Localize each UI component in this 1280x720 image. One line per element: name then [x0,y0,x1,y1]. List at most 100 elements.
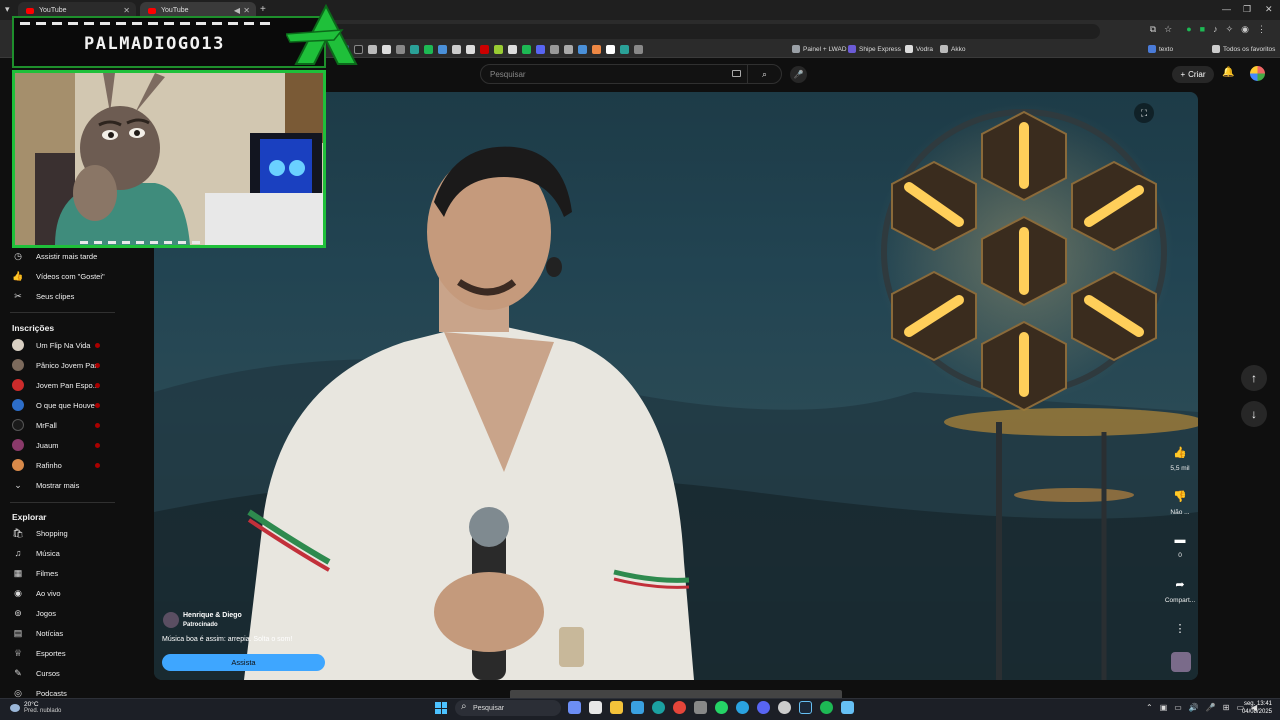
close-window-icon[interactable]: ✕ [1265,4,1273,15]
sidebar-item-music[interactable]: ♫ Música [12,544,60,562]
profile-icon[interactable]: ◉ [1241,24,1249,35]
windows-start-icon[interactable] [435,702,447,714]
sidebar-item-shopping[interactable]: 🛍 Shopping [12,524,67,542]
chevron-up-icon[interactable]: ⌃ [1146,703,1153,712]
sidebar-item-liked-videos[interactable]: 👍 Vídeos com "Gostei" [12,267,104,285]
taskbar-clock[interactable]: seg. 13:41 04/08/2025 [1236,700,1272,716]
sound-thumbnail-avatar[interactable] [1171,652,1191,672]
taskbar-search-input[interactable]: Pesquisar [455,700,561,716]
star-icon[interactable]: ☆ [1164,24,1172,35]
address-bar[interactable] [330,24,1100,39]
spotify-icon[interactable] [820,701,833,714]
bookmark-icon[interactable] [410,45,419,54]
show-more-button[interactable]: ⌄ Mostrar mais [12,476,79,494]
bookmark-icon[interactable] [466,45,475,54]
bookmark-icon[interactable] [564,45,573,54]
bookmark-icon[interactable] [396,45,405,54]
steam-icon[interactable] [841,701,854,714]
bookmark-akko[interactable]: Akko [940,45,965,53]
sidebar-item-watch-later[interactable]: ◷ Assistir mais tarde [12,247,97,265]
bookmark-icon[interactable] [578,45,587,54]
search-input[interactable]: Pesquisar ⌕ [480,64,782,84]
new-tab-button[interactable]: + [260,4,266,15]
sidebar-item-live[interactable]: ◉ Ao vivo [12,584,61,602]
bookmark-icon[interactable] [368,45,377,54]
bookmark-shipe-express[interactable]: Shipe Express [848,45,901,53]
subscription-item[interactable]: Juaum [12,436,59,454]
previous-short-button[interactable]: ↑ [1241,365,1267,391]
bookmark-icon[interactable] [494,45,503,54]
bookmark-icon[interactable] [424,45,433,54]
advertiser-name[interactable]: Henrique & Diego [183,612,242,619]
watch-ad-button[interactable]: Assista [162,654,325,671]
discord-icon[interactable] [757,701,770,714]
subscription-item[interactable]: MrFall [12,416,57,434]
notifications-bell-icon[interactable]: 🔔 [1222,67,1234,78]
store-icon[interactable] [589,701,602,714]
tab-search-icon[interactable]: ▾ [5,4,10,15]
voice-search-button[interactable]: 🎤 [790,66,807,83]
bookmark-icon[interactable] [382,45,391,54]
network-icon[interactable]: ▭ [1174,703,1182,712]
copilot-icon[interactable] [568,701,581,714]
advertiser-avatar[interactable] [163,612,179,628]
next-short-button[interactable]: ↓ [1241,401,1267,427]
comments-button[interactable]: ▬ 0 [1162,534,1198,559]
account-avatar[interactable] [1250,66,1265,81]
subscription-item[interactable]: Pânico Jovem Pan [12,356,99,374]
whatsapp-icon[interactable] [715,701,728,714]
sidebar-item-movies[interactable]: ▦ Filmes [12,564,58,582]
tray-app-icon[interactable]: ▣ [1160,703,1168,712]
extension-icon[interactable]: ● [1186,24,1191,35]
edge-icon[interactable] [652,701,665,714]
speaker-icon[interactable]: ◀ [234,6,240,15]
sidebar-item-courses[interactable]: ✎ Cursos [12,664,60,682]
maximize-icon[interactable]: ❐ [1243,4,1251,15]
photos-icon[interactable] [631,701,644,714]
bookmark-icon[interactable] [452,45,461,54]
bookmark-painel[interactable]: Painel + LWAD [792,45,847,53]
bookmark-texto[interactable]: texto [1148,45,1173,53]
subscription-item[interactable]: Jovem Pan Espo... [12,376,99,394]
all-bookmarks-folder[interactable]: Todos os favoritos [1212,45,1275,53]
bookmark-icon[interactable] [480,45,489,54]
app-icon[interactable] [778,701,791,714]
create-button[interactable]: + Criar [1172,66,1214,83]
bookmark-icon[interactable] [620,45,629,54]
sidebar-item-gaming[interactable]: ⊚ Jogos [12,604,56,622]
more-actions-button[interactable]: ⋮ [1162,622,1198,635]
close-tab-icon[interactable]: ✕ [123,6,130,15]
bookmark-icon[interactable] [508,45,517,54]
bookmark-icon[interactable] [606,45,615,54]
volume-icon[interactable]: 🔊 [1189,703,1199,712]
dislike-button[interactable]: 👎 Não ... [1162,490,1198,516]
bookmark-icon[interactable] [438,45,447,54]
extension-icon[interactable]: ■ [1200,24,1205,35]
tray-app-icon[interactable]: ⊞ [1223,703,1230,712]
sidebar-item-news[interactable]: ▤ Notícias [12,624,63,642]
like-button[interactable]: 👍 5,5 mil [1162,446,1198,472]
subscription-item[interactable]: Rafinho [12,456,62,474]
chrome-icon[interactable] [673,701,686,714]
share-button[interactable]: ➦ Compart... [1162,578,1198,604]
close-tab-icon[interactable]: ✕ [243,6,250,15]
app-icon[interactable] [694,701,707,714]
install-app-icon[interactable]: ⧉ [1150,24,1156,35]
bookmark-icon[interactable] [522,45,531,54]
bookmark-vodra[interactable]: Vodra [905,45,933,53]
fullscreen-button[interactable]: ⛶ [1134,103,1154,123]
sidebar-item-your-clips[interactable]: ✂ Seus clipes [12,287,74,305]
bookmark-icon[interactable] [634,45,643,54]
bookmark-icon[interactable] [550,45,559,54]
telegram-icon[interactable] [736,701,749,714]
bookmark-icon[interactable] [536,45,545,54]
extensions-puzzle-icon[interactable]: ✧ [1226,24,1234,35]
file-explorer-icon[interactable] [610,701,623,714]
minimize-icon[interactable]: — [1222,4,1231,14]
steam-icon[interactable] [799,701,812,714]
subscription-item[interactable]: O que que Houve [12,396,95,414]
menu-dots-icon[interactable]: ⋮ [1257,24,1266,35]
sidebar-item-sports[interactable]: ♕ Esportes [12,644,66,662]
weather-widget[interactable]: 20°C Pred. nublado [10,701,61,714]
keyboard-icon[interactable] [732,70,741,77]
